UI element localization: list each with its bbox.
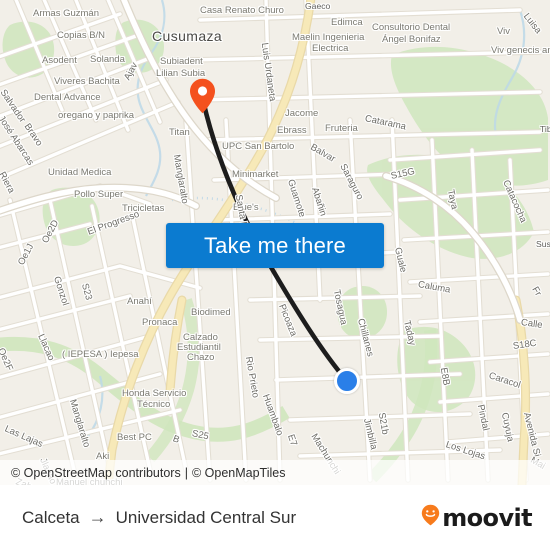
- trip-destination-label: Universidad Central Sur: [115, 507, 297, 527]
- destination-dot[interactable]: [334, 368, 360, 394]
- moovit-trip-preview: Cusumaza Armas Guzmán Copias B/N Asodent Sol…: [0, 0, 550, 550]
- openmaptiles-attribution-link[interactable]: © OpenMapTiles: [192, 466, 286, 480]
- trip-origin-label: Calceta: [22, 507, 80, 527]
- moovit-pin-icon: [421, 504, 440, 531]
- moovit-wordmark: moovit: [442, 503, 532, 532]
- take-me-there-button[interactable]: Take me there: [166, 223, 384, 268]
- osm-attribution-link[interactable]: © OpenStreetMap contributors: [11, 466, 181, 480]
- trip-summary: Calceta → Universidad Central Sur: [22, 508, 296, 528]
- map-canvas[interactable]: Cusumaza Armas Guzmán Copias B/N Asodent Sol…: [0, 0, 550, 485]
- moovit-logo[interactable]: moovit: [421, 503, 533, 532]
- trip-footer: Calceta → Universidad Central Sur moovit: [0, 485, 550, 550]
- arrow-right-icon: →: [88, 506, 107, 527]
